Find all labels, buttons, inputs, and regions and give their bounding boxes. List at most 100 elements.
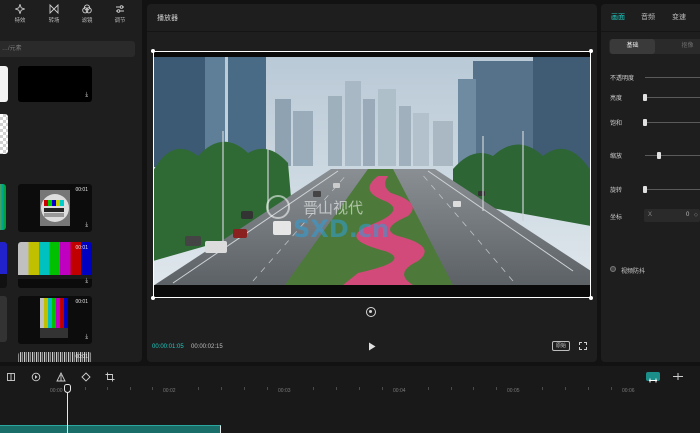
resize-handle-bottom-left[interactable] bbox=[151, 296, 155, 300]
property-label: 缩放 bbox=[610, 154, 623, 160]
property-slider[interactable] bbox=[645, 189, 700, 190]
video-preview[interactable]: 晋山视代 SXD.cn bbox=[153, 51, 591, 298]
sparkle-icon bbox=[15, 4, 25, 14]
basic-chroma-switch: 基础 抠像 bbox=[609, 39, 700, 54]
tick-mark bbox=[473, 387, 475, 390]
transitions-label: 转场 bbox=[48, 18, 60, 24]
position-x-input[interactable]: X 0 ◇ bbox=[644, 209, 700, 222]
timeline-ruler[interactable]: 00:00 00:02 00:03 00:04 00:05 00:06 bbox=[0, 386, 700, 398]
tick-label: 00:02 bbox=[163, 388, 176, 394]
rotate-handle[interactable] bbox=[366, 307, 376, 317]
stepper-icon[interactable]: ◇ bbox=[694, 209, 698, 222]
tick-mark bbox=[221, 387, 222, 390]
media-thumbnail-bars-a[interactable] bbox=[0, 184, 6, 230]
download-icon[interactable]: ⤓ bbox=[85, 334, 88, 341]
tick-mark bbox=[450, 387, 452, 390]
media-thumbnail-test-card[interactable]: 00:01 ⤓ bbox=[18, 184, 92, 232]
slider-knob[interactable] bbox=[657, 152, 661, 159]
subtab-basic[interactable]: 基础 bbox=[610, 39, 655, 54]
property-slider[interactable] bbox=[645, 97, 700, 98]
tick-label: 00:06 bbox=[622, 388, 635, 394]
property-label: 旋转 bbox=[610, 188, 623, 194]
tick-mark bbox=[84, 387, 86, 390]
media-thumbnail-gray-bars[interactable]: 00:01 ⤓ bbox=[18, 296, 92, 344]
media-toolbar: 特效 转场 滤镜 调节 bbox=[0, 4, 142, 30]
link-icon[interactable] bbox=[672, 372, 684, 381]
tick-label: 00:03 bbox=[278, 388, 291, 394]
material-search-input[interactable] bbox=[0, 41, 135, 57]
property-label: 饱和 bbox=[610, 121, 623, 127]
adjust-label: 调节 bbox=[114, 18, 126, 24]
resize-handle-top-left[interactable] bbox=[151, 49, 155, 53]
adjust-tab[interactable]: 调节 bbox=[107, 4, 133, 24]
effects-tab[interactable]: 特效 bbox=[7, 4, 33, 24]
media-thumbnail-black[interactable]: ⤓ bbox=[18, 66, 92, 102]
resize-handle-top-right[interactable] bbox=[589, 49, 593, 53]
media-duration: 00:01 bbox=[75, 245, 88, 251]
property-slider[interactable] bbox=[645, 122, 700, 123]
media-thumbnail-bars-c[interactable] bbox=[0, 296, 7, 342]
tick-mark bbox=[129, 387, 131, 390]
download-icon[interactable]: ⤓ bbox=[85, 92, 88, 99]
tick-mark bbox=[198, 387, 199, 390]
media-thumbnail-noise[interactable]: 00:01 bbox=[18, 352, 92, 362]
media-thumbnail-white[interactable] bbox=[0, 66, 8, 102]
split-icon[interactable] bbox=[6, 372, 16, 382]
effects-label: 特效 bbox=[14, 18, 26, 24]
x-axis-label: X bbox=[648, 212, 653, 218]
divider bbox=[601, 31, 700, 32]
tick-mark bbox=[496, 387, 498, 390]
tick-mark bbox=[336, 387, 337, 390]
media-thumbnail-transparent[interactable] bbox=[0, 114, 8, 154]
tick-mark bbox=[565, 387, 566, 390]
aspect-ratio-button[interactable]: 原始 bbox=[552, 341, 570, 351]
tab-video[interactable]: 画面 bbox=[611, 12, 625, 22]
reverse-icon[interactable] bbox=[31, 372, 41, 382]
player-panel: 播放器 晋山视代 SXD.cn 00:00:01:05 00:00:02:15 … bbox=[147, 4, 597, 362]
slider-knob[interactable] bbox=[643, 186, 647, 193]
media-duration: 00:01 bbox=[75, 354, 88, 360]
fullscreen-icon[interactable] bbox=[579, 342, 587, 350]
tick-mark bbox=[588, 387, 589, 390]
x-value: 0 bbox=[686, 212, 690, 218]
video-clip[interactable] bbox=[0, 425, 221, 433]
rotate-icon[interactable] bbox=[81, 372, 91, 382]
divider bbox=[147, 31, 597, 32]
crop-icon[interactable] bbox=[105, 372, 115, 382]
opacity-slider[interactable] bbox=[645, 77, 700, 78]
position-label: 坐标 bbox=[610, 215, 623, 221]
play-icon[interactable] bbox=[368, 342, 376, 351]
sliders-icon bbox=[116, 5, 124, 13]
tick-mark bbox=[244, 387, 245, 390]
media-thumbnail-bars-b[interactable] bbox=[0, 242, 7, 288]
slider-knob[interactable] bbox=[643, 119, 647, 126]
magnet-icon bbox=[649, 378, 657, 383]
tick-mark bbox=[611, 387, 612, 390]
media-duration: 00:01 bbox=[75, 187, 88, 193]
tick-mark bbox=[152, 387, 154, 390]
slider-knob[interactable] bbox=[643, 94, 647, 101]
transitions-tab[interactable]: 转场 bbox=[41, 4, 67, 24]
tick-mark bbox=[359, 387, 360, 390]
tab-speed[interactable]: 变速 bbox=[672, 12, 686, 22]
tick-label: 00:00 bbox=[50, 388, 63, 394]
properties-panel: 画面 音频 变速 基础 抠像 不透明度 坐标 X 0 ◇ 视频防抖 亮度 饱和 缩放… bbox=[601, 4, 700, 362]
download-icon[interactable]: ⤓ bbox=[85, 278, 88, 285]
media-thumbnail-color-bars[interactable]: 00:01 ⤓ bbox=[18, 242, 92, 288]
download-icon[interactable]: ⤓ bbox=[85, 222, 88, 229]
current-time: 00:00:01:05 bbox=[152, 344, 184, 350]
tick-mark bbox=[107, 387, 109, 390]
property-slider[interactable] bbox=[645, 155, 700, 156]
playhead-handle[interactable] bbox=[64, 384, 71, 393]
resize-handle-bottom-right[interactable] bbox=[589, 296, 593, 300]
media-duration: 00:01 bbox=[75, 299, 88, 305]
tick-label: 00:04 bbox=[393, 388, 406, 394]
tick-mark bbox=[313, 387, 314, 390]
subtab-chroma[interactable]: 抠像 bbox=[665, 39, 700, 54]
snap-toggle[interactable] bbox=[646, 372, 660, 383]
tab-audio[interactable]: 音频 bbox=[641, 12, 655, 22]
tick-mark bbox=[382, 387, 383, 390]
mirror-icon[interactable] bbox=[56, 372, 66, 382]
filters-tab[interactable]: 滤镜 bbox=[74, 4, 100, 24]
stabilize-checkbox[interactable] bbox=[610, 266, 616, 272]
